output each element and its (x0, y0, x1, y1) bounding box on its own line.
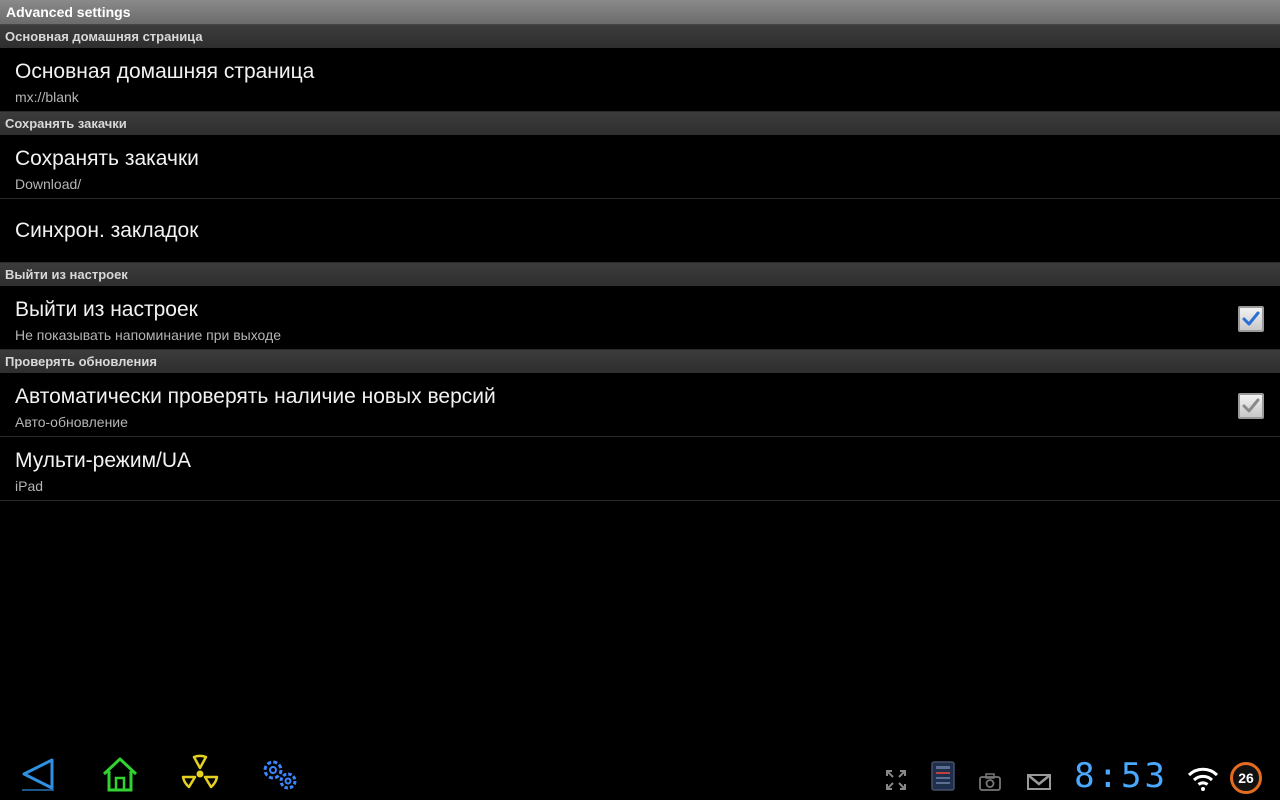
pref-title: Автоматически проверять наличие новых ве… (15, 385, 496, 408)
wifi-icon (1187, 767, 1219, 791)
battery-indicator[interactable]: 26 (1230, 762, 1262, 794)
gmail-notification[interactable] (1026, 772, 1052, 792)
camera-icon (979, 773, 1001, 791)
gmail-icon (1027, 774, 1051, 790)
settings-button[interactable] (256, 752, 304, 796)
pref-title: Сохранять закачки (15, 147, 199, 170)
pref-summary: Авто-обновление (15, 414, 128, 430)
sd-card-status[interactable] (930, 760, 956, 792)
pref-summary: iPad (15, 478, 44, 494)
gears-icon (263, 760, 297, 790)
section-header-exit: Выйти из настроек (0, 263, 1280, 286)
fullscreen-toggle[interactable] (884, 768, 908, 792)
pref-auto-update[interactable]: Автоматически проверять наличие новых ве… (0, 373, 1280, 437)
window-title: Advanced settings (0, 0, 1280, 25)
sd-card-icon (931, 761, 955, 791)
home-button[interactable] (96, 752, 144, 796)
pref-user-agent[interactable]: Мульти-режим/UA iPad (0, 437, 1280, 501)
section-header-downloads: Сохранять закачки (0, 112, 1280, 135)
radiation-icon (181, 754, 219, 789)
wifi-status[interactable] (1186, 766, 1220, 792)
back-icon (22, 758, 54, 791)
pref-title: Синхрон. закладок (15, 219, 199, 242)
pref-download-folder[interactable]: Сохранять закачки Download/ (0, 135, 1280, 199)
pref-summary: Download/ (15, 176, 82, 192)
checkmark-icon (1242, 311, 1260, 326)
radiation-button[interactable] (176, 752, 224, 796)
back-button[interactable] (14, 752, 62, 796)
pref-bookmark-sync[interactable]: Синхрон. закладок (0, 199, 1280, 263)
pref-summary: Не показывать напоминание при выходе (15, 327, 281, 343)
section-header-homepage: Основная домашняя страница (0, 25, 1280, 48)
fullscreen-icon (886, 770, 906, 790)
system-navbar: 8:53 26 (0, 752, 1280, 800)
pref-title: Основная домашняя страница (15, 60, 315, 83)
home-icon (102, 757, 138, 792)
pref-title: Мульти-режим/UA (15, 449, 192, 472)
camera-status[interactable] (978, 772, 1002, 792)
pref-title: Выйти из настроек (15, 298, 198, 321)
auto-update-checkbox[interactable] (1238, 393, 1264, 419)
section-header-updates: Проверять обновления (0, 350, 1280, 373)
pref-homepage[interactable]: Основная домашняя страница mx://blank (0, 48, 1280, 112)
pref-exit-reminder[interactable]: Выйти из настроек Не показывать напомина… (0, 286, 1280, 350)
checkmark-icon (1242, 398, 1260, 413)
exit-reminder-checkbox[interactable] (1238, 306, 1264, 332)
pref-summary: mx://blank (15, 89, 79, 105)
clock[interactable]: 8:53 (1074, 756, 1168, 796)
